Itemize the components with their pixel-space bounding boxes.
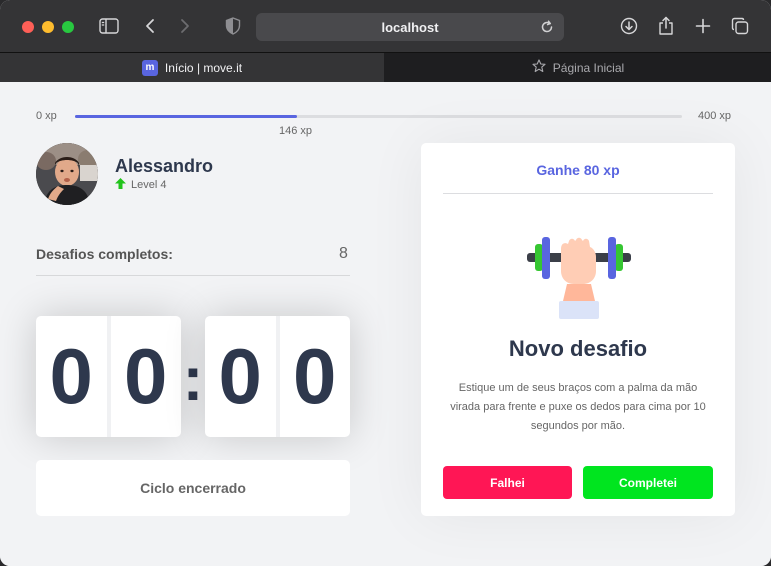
zoom-window-button[interactable] [62, 21, 74, 33]
avatar [36, 143, 98, 205]
challenge-title: Novo desafio [508, 336, 648, 361]
challenges-divider [36, 275, 350, 276]
card-divider [443, 193, 713, 194]
experience-bar-fill [75, 115, 297, 118]
browser-toolbar: localhost [0, 0, 771, 52]
tab-pagina-inicial[interactable]: Página Inicial [385, 53, 771, 82]
url-text: localhost [381, 20, 439, 35]
xp-max-label: 400 xp [698, 110, 732, 122]
new-tab-icon[interactable] [692, 15, 714, 37]
moveit-favicon-icon: m [141, 59, 158, 76]
cycle-finished-button[interactable]: Ciclo encerrado [36, 460, 350, 516]
completed-challenges-label: Desafios completos: [36, 246, 173, 262]
reload-icon[interactable] [538, 18, 556, 36]
challenge-card: Ganhe 80 xp Novo desafio Estique um de s… [421, 143, 735, 516]
tab-bar: m Início | move.it Página Inicial [0, 52, 771, 82]
challenge-reward: Ganhe 80 xp [536, 162, 620, 178]
level-up-icon [115, 178, 126, 192]
completed-challenges-count: 8 [339, 245, 348, 262]
profile-name: Alessandro [115, 156, 214, 176]
challenge-description: Estique um de seus braços com a palma da… [450, 382, 706, 432]
address-bar[interactable]: localhost [256, 13, 564, 41]
downloads-icon[interactable] [618, 15, 640, 37]
tab-label: Página Inicial [552, 60, 625, 75]
page-content: 0 xp 146 xp 400 xp Alessandro Level 4 De… [0, 82, 771, 566]
star-icon [532, 59, 546, 76]
privacy-shield-icon[interactable] [222, 15, 244, 37]
tab-inicio[interactable]: m Início | move.it [0, 53, 384, 82]
level-label: Level 4 [131, 179, 167, 191]
back-icon[interactable] [139, 15, 161, 37]
countdown-seconds: 0 0 [205, 316, 350, 437]
second-digit-left: 0 [218, 332, 262, 420]
dumbbell-body-icon [525, 227, 633, 319]
minute-digit-right: 0 [124, 332, 168, 420]
tab-overview-icon[interactable] [729, 15, 751, 37]
forward-icon[interactable] [174, 15, 196, 37]
complete-challenge-button[interactable]: Completei [583, 466, 713, 499]
experience-bar [75, 115, 682, 118]
profile-level: Level 4 [115, 178, 166, 192]
close-window-button[interactable] [22, 21, 34, 33]
countdown-minutes: 0 0 [36, 316, 181, 437]
countdown-separator: : [182, 345, 204, 414]
minimize-window-button[interactable] [42, 21, 54, 33]
xp-current-label: 146 xp [279, 125, 313, 137]
browser-window: localhost m Início | move.it Página Inic… [0, 0, 771, 566]
minute-digit-left: 0 [49, 332, 93, 420]
tab-label: Início | move.it [164, 60, 243, 75]
second-digit-right: 0 [293, 332, 337, 420]
share-icon[interactable] [655, 15, 677, 37]
sidebar-toggle-icon[interactable] [98, 15, 120, 37]
xp-min-label: 0 xp [36, 110, 57, 122]
fail-challenge-button[interactable]: Falhei [443, 466, 572, 499]
